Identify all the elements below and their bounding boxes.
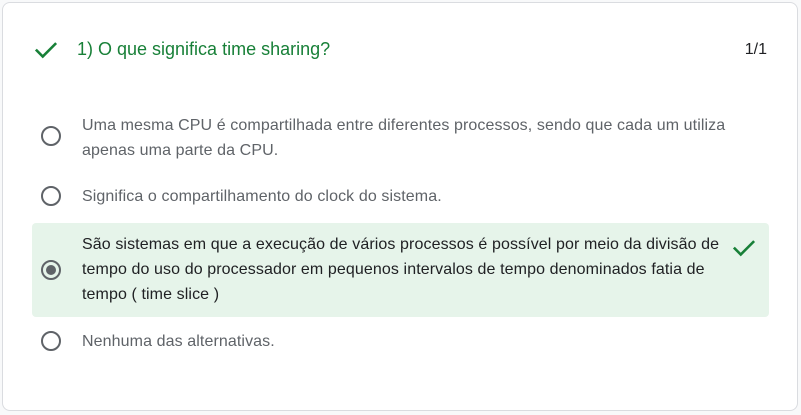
radio-button[interactable] bbox=[41, 126, 61, 146]
option-label: São sistemas em que a execução de vários… bbox=[82, 236, 720, 303]
radio-button-checked[interactable] bbox=[41, 260, 61, 280]
option-3-correct[interactable]: São sistemas em que a execução de vários… bbox=[32, 223, 769, 317]
option-2[interactable]: Significa o compartilhamento do clock do… bbox=[32, 183, 769, 215]
question-title: 1) O que significa time sharing? bbox=[77, 39, 331, 59]
question-header: 1) O que significa time sharing? 1/1 bbox=[3, 3, 797, 93]
option-label: Significa o compartilhamento do clock do… bbox=[82, 188, 442, 205]
question-card: 1) O que significa time sharing? 1/1 Uma… bbox=[2, 2, 798, 411]
score-label: 1/1 bbox=[744, 41, 767, 58]
option-label: Uma mesma CPU é compartilhada entre dife… bbox=[82, 117, 726, 159]
option-4[interactable]: Nenhuma das alternativas. bbox=[32, 328, 769, 360]
radio-button[interactable] bbox=[41, 186, 61, 206]
correct-check-icon bbox=[732, 240, 756, 257]
option-label: Nenhuma das alternativas. bbox=[82, 333, 275, 350]
option-1[interactable]: Uma mesma CPU é compartilhada entre dife… bbox=[32, 113, 769, 169]
check-icon bbox=[34, 42, 58, 59]
radio-button[interactable] bbox=[41, 331, 61, 351]
